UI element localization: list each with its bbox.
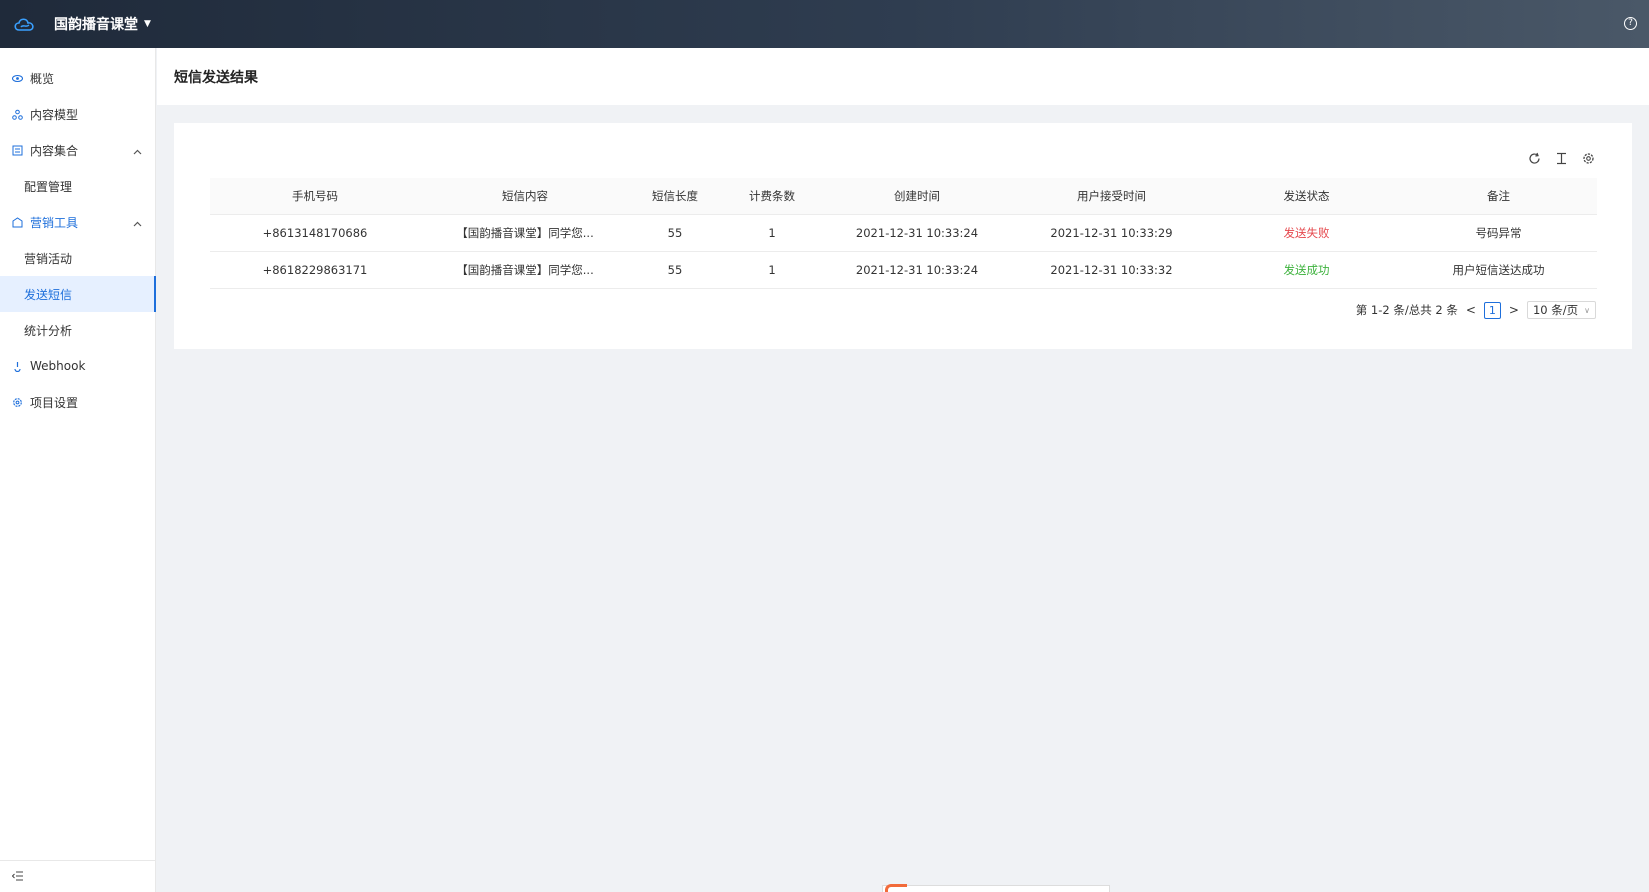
pagination-summary: 第 1-2 条/总共 2 条 xyxy=(1355,303,1458,317)
table-header-row: 手机号码 短信内容 短信长度 计费条数 创建时间 用户接受时间 发送状态 备注 xyxy=(210,178,1597,215)
results-card: 手机号码 短信内容 短信长度 计费条数 创建时间 用户接受时间 发送状态 备注 … xyxy=(174,123,1632,349)
page-size-value: 10 条/页 xyxy=(1532,303,1579,317)
column-header: 创建时间 xyxy=(894,189,940,203)
webhook-icon xyxy=(12,361,23,372)
sidebar-item-label: 概览 xyxy=(30,71,55,86)
sidebar-item-label: 发送短信 xyxy=(24,287,73,302)
status-badge: 发送成功 xyxy=(1283,263,1330,277)
sidebar-item-webhook[interactable]: Webhook xyxy=(0,348,155,384)
created-cell: 2021-12-31 10:33:24 xyxy=(855,226,979,240)
collapse-sidebar-button[interactable] xyxy=(0,860,155,892)
sidebar-item-label: Webhook xyxy=(30,359,86,373)
caret-down-icon: ▼ xyxy=(144,19,151,29)
shop-icon xyxy=(12,216,23,228)
sidebar: 概览 内容模型 内容集合 配置管理 营销工具 营销活动 发送短信 统计分析 We… xyxy=(0,48,156,892)
column-header: 发送状态 xyxy=(1283,189,1330,203)
column-height-icon[interactable] xyxy=(1554,151,1569,166)
sidebar-item-label: 统计分析 xyxy=(24,323,73,338)
sidebar-item-label: 内容模型 xyxy=(30,107,79,122)
menu-fold-icon xyxy=(11,870,24,884)
sms-results-table: 手机号码 短信内容 短信长度 计费条数 创建时间 用户接受时间 发送状态 备注 … xyxy=(210,178,1597,289)
sidebar-item-label: 配置管理 xyxy=(24,179,73,194)
sidebar-item-campaigns[interactable]: 营销活动 xyxy=(0,240,155,276)
page-size-select[interactable]: 10 条/页 ∨ xyxy=(1526,301,1596,319)
list-icon xyxy=(12,145,23,156)
table-toolbar xyxy=(1527,151,1596,166)
sidebar-item-send-sms[interactable]: 发送短信 xyxy=(0,276,156,312)
sidebar-item-content-collection[interactable]: 内容集合 xyxy=(0,132,155,168)
sidebar-item-content-model[interactable]: 内容模型 xyxy=(0,96,155,132)
project-switcher[interactable]: 国韵播音课堂 ▼ xyxy=(54,14,151,34)
page-1-button[interactable]: 1 xyxy=(1483,301,1501,319)
phone-cell: +8613148170686 xyxy=(262,226,368,240)
length-cell: 55 xyxy=(667,226,683,240)
sidebar-item-label: 营销活动 xyxy=(24,251,73,266)
next-page-button[interactable]: > xyxy=(1509,303,1519,317)
help-icon[interactable]: ? xyxy=(1624,17,1637,30)
sidebar-item-project-settings[interactable]: 项目设置 xyxy=(0,384,155,420)
content-cell: 【国韵播音课堂】同学您... xyxy=(456,226,594,240)
table-row: +8618229863171 【国韵播音课堂】同学您... 55 1 2021-… xyxy=(210,252,1597,289)
cloud-logo-icon[interactable] xyxy=(12,11,38,37)
chevron-down-icon: ∨ xyxy=(1584,305,1590,315)
prev-page-button[interactable]: < xyxy=(1466,303,1476,317)
column-header: 短信内容 xyxy=(502,189,548,203)
length-cell: 55 xyxy=(667,263,683,277)
sidebar-item-marketing[interactable]: 营销工具 xyxy=(0,204,155,240)
received-cell: 2021-12-31 10:33:29 xyxy=(1050,226,1173,240)
column-header: 计费条数 xyxy=(749,189,795,203)
page-header: 短信发送结果 xyxy=(157,48,1649,105)
column-header: 用户接受时间 xyxy=(1077,189,1146,203)
floating-widget[interactable] xyxy=(882,885,1110,892)
pagination: 第 1-2 条/总共 2 条 < 1 > 10 条/页 ∨ xyxy=(1356,301,1596,319)
sidebar-item-label: 内容集合 xyxy=(30,143,79,158)
column-header: 备注 xyxy=(1487,189,1510,203)
sidebar-item-config[interactable]: 配置管理 xyxy=(0,168,155,204)
created-cell: 2021-12-31 10:33:24 xyxy=(855,263,979,277)
sidebar-item-overview[interactable]: 概览 xyxy=(0,60,155,96)
settings-icon[interactable] xyxy=(1581,151,1596,166)
gear-icon xyxy=(12,397,23,408)
column-header: 手机号码 xyxy=(292,189,338,203)
reload-icon[interactable] xyxy=(1527,151,1542,166)
sidebar-item-label: 项目设置 xyxy=(30,395,79,410)
note-cell: 用户短信送达成功 xyxy=(1452,263,1545,277)
sidebar-item-label: 营销工具 xyxy=(30,215,79,230)
nodes-icon xyxy=(12,109,23,120)
count-cell: 1 xyxy=(768,263,776,277)
widget-badge-icon xyxy=(885,884,907,892)
received-cell: 2021-12-31 10:33:32 xyxy=(1050,263,1173,277)
sidebar-item-statistics[interactable]: 统计分析 xyxy=(0,312,155,348)
project-name: 国韵播音课堂 xyxy=(54,17,138,33)
eye-icon xyxy=(12,73,23,84)
note-cell: 号码异常 xyxy=(1475,226,1522,240)
status-badge: 发送失败 xyxy=(1283,226,1330,240)
content-cell: 【国韵播音课堂】同学您... xyxy=(456,263,594,277)
page-title: 短信发送结果 xyxy=(174,69,258,86)
phone-cell: +8618229863171 xyxy=(262,263,368,277)
top-bar: 国韵播音课堂 ▼ ? xyxy=(0,0,1649,48)
table-row: +8613148170686 【国韵播音课堂】同学您... 55 1 2021-… xyxy=(210,215,1597,252)
chevron-up-icon xyxy=(133,144,142,158)
chevron-up-icon xyxy=(133,216,142,230)
column-header: 短信长度 xyxy=(652,189,698,203)
count-cell: 1 xyxy=(768,226,776,240)
